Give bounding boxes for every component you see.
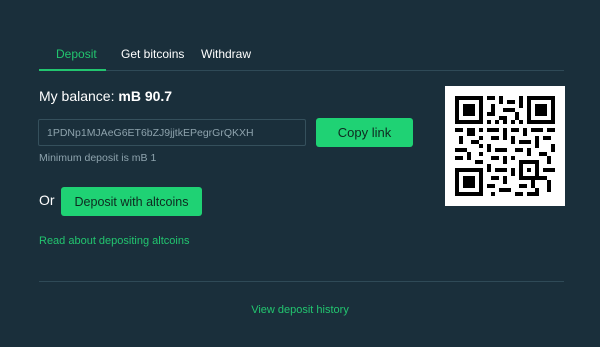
tab-withdraw[interactable]: Withdraw [201, 47, 251, 61]
qr-code-icon [445, 86, 565, 206]
tab-deposit[interactable]: Deposit [56, 47, 97, 61]
balance-display: My balance: mB 90.7 [39, 88, 172, 104]
minimum-deposit-note: Minimum deposit is mB 1 [39, 152, 157, 164]
read-about-altcoins-link[interactable]: Read about depositing altcoins [39, 235, 189, 247]
tab-bar: Deposit Get bitcoins Withdraw [39, 38, 564, 71]
view-deposit-history-link[interactable]: View deposit history [0, 304, 600, 316]
divider [39, 281, 564, 282]
or-label: Or [39, 192, 55, 208]
deposit-address-field[interactable] [38, 119, 306, 146]
balance-value: mB 90.7 [118, 88, 173, 104]
copy-link-button[interactable]: Copy link [316, 118, 413, 147]
qr-code-graphic [455, 96, 555, 196]
tab-get-bitcoins[interactable]: Get bitcoins [121, 47, 184, 61]
deposit-with-altcoins-button[interactable]: Deposit with altcoins [61, 187, 202, 216]
balance-label: My balance: [39, 88, 115, 104]
active-tab-indicator [39, 69, 106, 71]
